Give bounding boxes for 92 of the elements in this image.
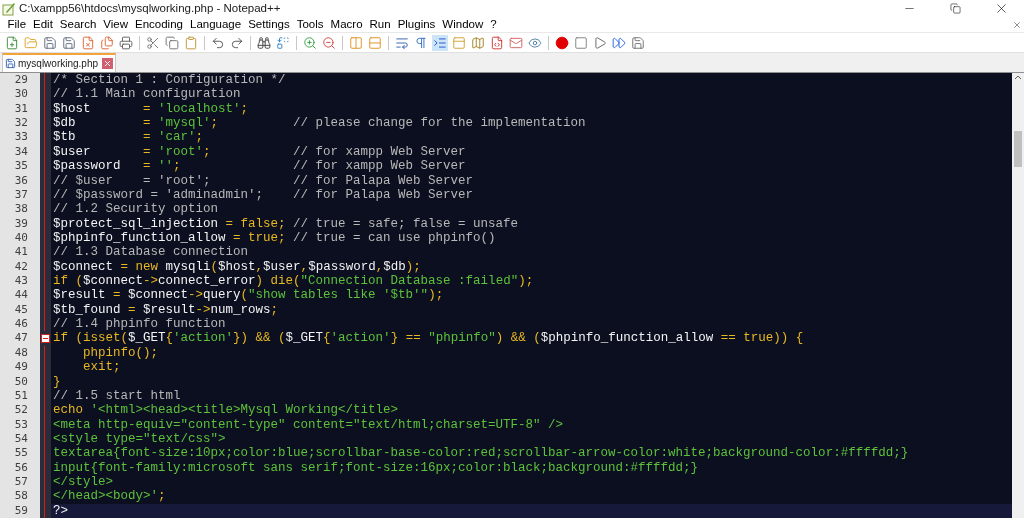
window-title: C:\xampp56\htdocs\mysqlworking.php - Notepad++	[19, 0, 281, 16]
code-line: $result = $connect->query("show tables like '$tb'");	[52, 288, 444, 303]
close-icon	[103, 59, 113, 68]
line-number: 38	[0, 202, 40, 217]
code-line: if (isset($_GET{'action'}) && ($_GET{'action'} == "phpinfo") && ($phpinfo_function_allow == true)) {	[52, 331, 804, 346]
code-line: // 1.5 start html	[52, 388, 181, 404]
line-number: 46	[0, 317, 40, 332]
menu-item[interactable]: View	[99, 17, 132, 32]
menu-item[interactable]: Window	[438, 17, 487, 32]
line-number: 30	[0, 87, 40, 102]
code-line: input{font-family:microsoft sans serif;font-size:16px;color:black;background:#ffffdd;}	[52, 460, 699, 476]
zoom-out-icon[interactable]	[321, 34, 337, 51]
menu-item[interactable]: Run	[366, 17, 395, 32]
line-number: 43	[0, 274, 40, 289]
line-number: 44	[0, 288, 40, 303]
code-line: $tb_found = $result->num_rows;	[52, 302, 279, 318]
line-number: 41	[0, 245, 40, 260]
stop-macro-icon[interactable]	[573, 34, 589, 51]
code-line: <meta http-equiv="content-type" content="text/html;charset=UTF-8" />	[52, 417, 564, 432]
zoom-in-icon[interactable]	[302, 34, 318, 51]
save-icon[interactable]	[42, 34, 58, 51]
menu-item[interactable]: Edit	[29, 17, 57, 32]
line-number: 33	[0, 130, 40, 145]
code-line: exit;	[82, 360, 121, 375]
play-macro-icon[interactable]	[592, 34, 608, 51]
line-number: 47	[0, 331, 40, 346]
close-document-button[interactable]	[1012, 19, 1022, 30]
line-number: 49	[0, 360, 40, 375]
saved-file-icon	[5, 58, 16, 69]
code-line: $user = 'root'; // for xampp Web Server	[52, 144, 466, 160]
menu-item[interactable]: Tools	[293, 17, 328, 32]
vertical-scrollbar[interactable]	[1012, 73, 1024, 518]
find-icon[interactable]	[256, 34, 272, 51]
menu-item[interactable]: ?	[486, 17, 501, 32]
line-number: 32	[0, 116, 40, 131]
menu-item[interactable]: Search	[56, 17, 100, 32]
code-line: // $user = 'root'; // for Palapa Web Server	[52, 173, 474, 188]
menu-item[interactable]: Settings	[244, 17, 294, 32]
code-line: phpinfo();	[82, 345, 159, 361]
code-line: $phpinfo_function_allow = true; // true = can use phpinfo()	[52, 230, 496, 246]
tab-label: mysqlworking.php	[18, 57, 99, 71]
save-all-icon[interactable]	[61, 34, 77, 51]
line-number: 57	[0, 475, 40, 490]
replace-icon[interactable]	[275, 34, 291, 51]
code-line: textarea{font-size:10px;color:blue;scrollbar-base-color:red;scrollbar-arrow-color:white;background-color:#ffffdd;}	[52, 446, 909, 461]
code-line: echo '<html><head><title>Mysql Working</title>	[52, 403, 399, 418]
code-line: $protect_sql_injection = false; // true = safe; false = unsafe	[52, 216, 519, 231]
code-line: }	[52, 374, 61, 389]
menu-item[interactable]: Macro	[327, 17, 367, 32]
file-tab[interactable]: mysqlworking.php	[2, 53, 117, 72]
restore-icon	[949, 3, 961, 14]
code-line: <style type="text/css">	[52, 432, 226, 447]
code-line: $password = ''; // for xampp Web Server	[52, 159, 466, 174]
line-number: 52	[0, 403, 40, 418]
code-line: $host = 'localhost';	[52, 101, 249, 117]
code-line: $tb = 'car';	[52, 130, 204, 145]
code-line: // $password = 'adminadmin'; // for Palapa Web Server	[52, 187, 474, 203]
print-icon[interactable]	[118, 34, 134, 51]
paste-icon[interactable]	[183, 34, 199, 51]
code-line: // 1.4 phpinfo function	[52, 317, 226, 332]
menu-item[interactable]: Plugins	[394, 17, 439, 32]
code-line: $db = 'mysql'; // please change for the implementation	[52, 116, 586, 131]
code-line: // 1.3 Database connection	[52, 245, 249, 260]
document-map-icon[interactable]	[470, 34, 486, 51]
close-icon	[1012, 19, 1022, 30]
scroll-thumb[interactable]	[1014, 131, 1022, 167]
line-number: 29	[0, 73, 40, 88]
code-line: ?>	[52, 503, 68, 518]
menu-item[interactable]: Language	[186, 17, 245, 32]
code-line: if ($connect->connect_error) die("Connection Database :failed");	[52, 274, 534, 289]
code-line: </style>	[52, 475, 113, 490]
line-number: 58	[0, 489, 40, 504]
line-number: 55	[0, 446, 40, 461]
code-line: </head><body>';	[52, 489, 166, 504]
record-macro-icon[interactable]	[554, 34, 570, 51]
open-folder-icon[interactable]	[23, 34, 39, 51]
copy-icon[interactable]	[164, 34, 180, 51]
close-tab-button[interactable]	[102, 58, 114, 69]
cut-icon[interactable]	[145, 34, 161, 51]
close-file-icon[interactable]	[80, 34, 96, 51]
fold-marker-icon[interactable]	[41, 334, 50, 344]
new-file-icon[interactable]	[4, 34, 20, 51]
line-number: 35	[0, 159, 40, 174]
code-line: // 1.2 Security option	[52, 202, 219, 217]
code-line: /* Section 1 : Configuration */	[52, 73, 286, 88]
code-line: // 1.1 Main configuration	[52, 87, 241, 102]
notepad-app-icon	[2, 1, 16, 16]
indent-guide-icon[interactable]	[432, 34, 448, 51]
menu-item[interactable]: Encoding	[131, 17, 187, 32]
code-line: $connect = new mysqli($host,$user,$password,$db);	[52, 259, 421, 275]
save-macro-icon[interactable]	[630, 34, 646, 51]
menu-item[interactable]: File	[4, 17, 30, 32]
